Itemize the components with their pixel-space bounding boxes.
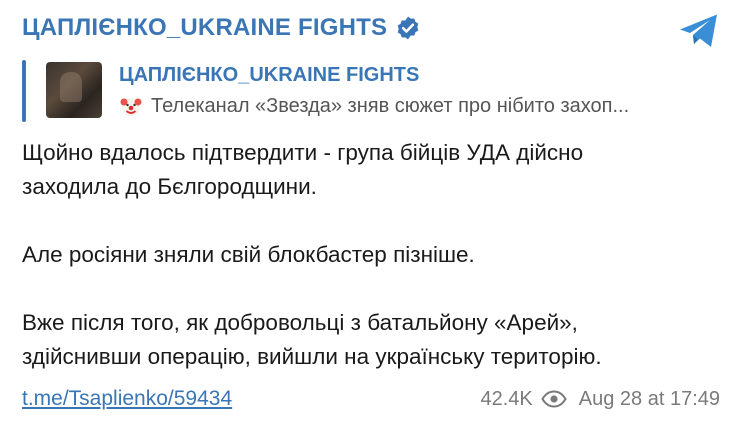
clown-face-icon bbox=[120, 98, 142, 116]
post-datetime: Aug 28 at 17:49 bbox=[578, 387, 720, 410]
channel-name[interactable]: ЦАПЛІЄНКО_UKRAINE FIGHTS bbox=[22, 14, 387, 42]
eye-icon bbox=[541, 390, 567, 408]
reply-channel-name: ЦАПЛІЄНКО_UKRAINE FIGHTS bbox=[119, 64, 420, 86]
message-body: Щойно вдалось підтвердити - група бійців… bbox=[22, 136, 722, 374]
message-line: здійснивши операцію, вийшли на українськ… bbox=[22, 344, 602, 369]
reply-thumbnail bbox=[46, 62, 102, 118]
message-footer: t.me/Tsaplienko/59434 42.4K Aug 28 at 17… bbox=[22, 384, 720, 414]
reply-preview-text: Телеканал «Звезда» зняв сюжет про нібито… bbox=[151, 94, 630, 117]
channel-header: ЦАПЛІЄНКО_UKRAINE FIGHTS bbox=[22, 14, 421, 42]
reply-preview-line: Телеканал «Звезда» зняв сюжет про нібито… bbox=[119, 94, 629, 118]
reply-preview[interactable]: ЦАПЛІЄНКО_UKRAINE FIGHTS Телеканал «Звез… bbox=[22, 60, 722, 122]
reply-accent-bar bbox=[22, 60, 26, 122]
post-link[interactable]: t.me/Tsaplienko/59434 bbox=[22, 387, 232, 411]
message-line: заходила до Бєлгородщини. bbox=[22, 174, 317, 199]
telegram-logo-icon[interactable] bbox=[678, 12, 720, 50]
verified-badge-icon bbox=[397, 16, 419, 40]
view-count: 42.4K bbox=[480, 387, 533, 410]
message-line: Щойно вдалось підтвердити - група бійців… bbox=[22, 140, 584, 165]
message-line: Вже після того, як добровольці з батальй… bbox=[22, 310, 578, 335]
message-line: Але росіяни зняли свій блокбастер пізніш… bbox=[22, 242, 475, 267]
